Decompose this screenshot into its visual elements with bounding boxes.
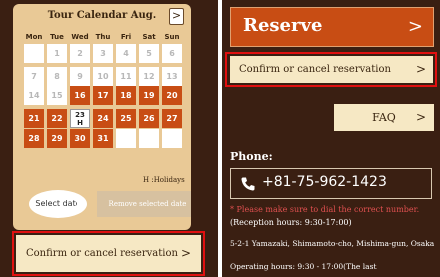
calendar-day-7: 7	[24, 67, 44, 86]
reserve-button[interactable]: Reserve >	[230, 7, 434, 47]
remove-selected-date-button[interactable]: Remove selected date	[97, 191, 191, 217]
calendar-day-9: 9	[70, 67, 90, 86]
calendar-day-14: 14	[24, 86, 44, 105]
holiday-mark: H	[77, 119, 83, 127]
weekday-label: Fri	[120, 33, 132, 41]
calendar-day-30[interactable]: 30	[70, 129, 90, 148]
chevron-right-icon: >	[415, 62, 426, 76]
button-label: Confirm or cancel reservation	[239, 64, 391, 75]
calendar-day-4: 4	[116, 44, 136, 63]
bubble-tail	[77, 199, 86, 209]
left-panel: Tour Calendar Aug. > Mon Tue Wed Thu Fri…	[0, 0, 218, 277]
calendar-day-29[interactable]: 29	[47, 129, 67, 148]
next-month-button[interactable]: >	[169, 8, 184, 25]
phone-number: +81-75-962-1423	[262, 174, 387, 190]
calendar-day-2: 2	[70, 44, 90, 63]
calendar-day-18[interactable]: 18	[116, 86, 136, 105]
weekday-label: Tue	[50, 33, 64, 41]
calendar-day-11: 11	[116, 67, 136, 86]
weekday-label: Wed	[71, 33, 89, 41]
calendar-title: Tour Calendar Aug.	[47, 10, 157, 21]
calendar-day-31[interactable]: 31	[93, 129, 113, 148]
chevron-right-icon: >	[180, 246, 191, 260]
calendar-day-12: 12	[139, 67, 159, 86]
address: 5-2-1 Yamazaki, Shimamoto-cho, Mishima-g…	[230, 239, 435, 248]
calendar-day-17[interactable]: 17	[93, 86, 113, 105]
calendar-day-22[interactable]: 22	[47, 109, 67, 128]
calendar-day-8: 8	[47, 67, 67, 86]
calendar-day-1: 1	[47, 44, 67, 63]
day-number: 23	[75, 111, 85, 119]
calendar-day-16[interactable]: 16	[70, 86, 90, 105]
reception-hours: (Reception hours: 9:30-17:00)	[230, 218, 352, 227]
calendar-day-19[interactable]: 19	[139, 86, 159, 105]
weekday-label: Sun	[164, 33, 180, 41]
calendar-day-3: 3	[93, 44, 113, 63]
calendar-day-28[interactable]: 28	[24, 129, 44, 148]
phone-icon	[241, 177, 255, 191]
calendar-day-25[interactable]: 25	[116, 109, 136, 128]
tour-calendar: Tour Calendar Aug. > Mon Tue Wed Thu Fri…	[13, 4, 191, 230]
calendar-day-13: 13	[162, 67, 182, 86]
calendar-day-24[interactable]: 24	[93, 109, 113, 128]
dial-note: * Please make sure to dial the correct n…	[230, 205, 420, 214]
button-label: Confirm or cancel reservation	[26, 248, 178, 259]
calendar-day-27[interactable]: 27	[162, 109, 182, 128]
operating-hours: Operating hours: 9:30 - 17:00(The last	[230, 262, 377, 271]
calendar-empty-cell	[139, 129, 159, 148]
faq-label: FAQ	[372, 111, 396, 124]
calendar-day-21[interactable]: 21	[24, 109, 44, 128]
calendar-empty-cell	[116, 129, 136, 148]
calendar-empty-cell	[162, 129, 182, 148]
reserve-label: Reserve	[243, 15, 323, 36]
confirm-cancel-reservation-button[interactable]: Confirm or cancel reservation >	[230, 56, 433, 83]
calendar-day-20[interactable]: 20	[162, 86, 182, 105]
phone-heading: Phone:	[230, 150, 273, 163]
chevron-right-icon: >	[415, 110, 426, 124]
chevron-right-icon: >	[407, 16, 423, 37]
weekday-label: Thu	[95, 33, 111, 41]
calendar-day-15: 15	[47, 86, 67, 105]
holidays-legend: H :Holidays	[143, 176, 185, 184]
phone-call-button[interactable]: +81-75-962-1423	[230, 168, 432, 199]
right-panel: Reserve > Confirm or cancel reservation …	[222, 0, 440, 277]
faq-button[interactable]: FAQ >	[334, 104, 434, 131]
weekday-label: Mon	[25, 33, 43, 41]
confirm-cancel-reservation-button[interactable]: Confirm or cancel reservation >	[16, 235, 201, 272]
weekday-label: Sat	[142, 33, 156, 41]
calendar-empty-cell	[24, 44, 44, 63]
calendar-day-26[interactable]: 26	[139, 109, 159, 128]
calendar-day-10: 10	[93, 67, 113, 86]
calendar-day-23[interactable]: 23 H	[70, 109, 90, 128]
calendar-day-5: 5	[139, 44, 159, 63]
calendar-day-6: 6	[162, 44, 182, 63]
